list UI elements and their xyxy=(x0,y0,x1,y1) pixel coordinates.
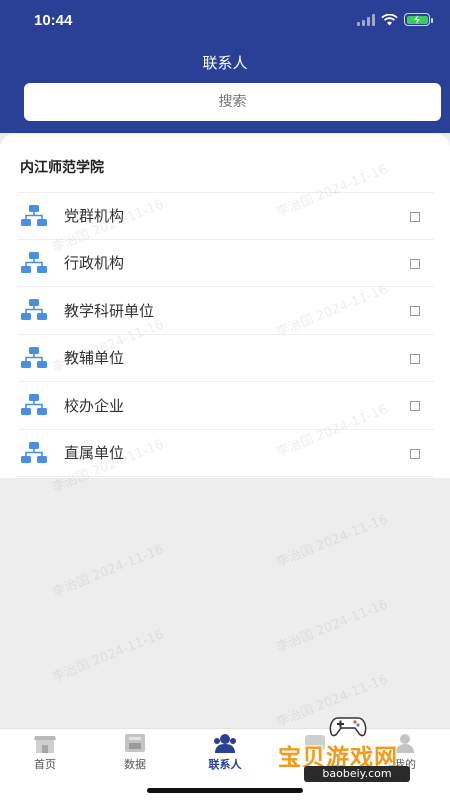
watermark: 李治国 2024-11-16 xyxy=(50,627,166,686)
unit-row[interactable]: 校办企业 xyxy=(18,382,434,430)
logo-url: baobeiy.com xyxy=(304,766,410,782)
unit-checkbox[interactable] xyxy=(410,258,420,269)
unit-row[interactable]: 直属单位 xyxy=(18,430,434,477)
watermark: 李治国 2024-11-16 xyxy=(50,542,166,601)
unit-checkbox[interactable] xyxy=(410,353,420,364)
watermark: 李治国 2024-11-16 xyxy=(274,512,390,571)
unit-label: 教学科研单位 xyxy=(64,301,155,320)
org-structure-icon xyxy=(21,346,47,368)
unit-checkbox[interactable] xyxy=(410,401,420,411)
org-structure-icon xyxy=(21,441,47,463)
tab-label: 数据 xyxy=(124,758,146,771)
tab-contacts[interactable]: 联系人 xyxy=(180,729,270,773)
unit-row[interactable]: 党群机构 xyxy=(18,192,434,240)
unit-label: 行政机构 xyxy=(64,254,125,273)
tab-label: 联系人 xyxy=(208,758,242,771)
data-icon xyxy=(125,734,145,752)
unit-row[interactable]: 教辅单位 xyxy=(18,335,434,382)
home-icon xyxy=(34,736,56,753)
unit-list: 党群机构 行政机构 教学科研单位 教辅单位 校办企业 直属单位 xyxy=(18,192,434,477)
unit-row[interactable]: 行政机构 xyxy=(18,240,434,287)
status-bar: 10:44 xyxy=(0,0,450,44)
gamepad-icon xyxy=(329,717,367,737)
unit-checkbox[interactable] xyxy=(410,306,420,316)
header-bar: 10:44 联系人 xyxy=(0,0,450,133)
unit-row[interactable]: 教学科研单位 xyxy=(18,287,434,335)
tab-home[interactable]: 首页 xyxy=(0,729,90,773)
contacts-icon xyxy=(214,734,236,753)
tab-label: 首页 xyxy=(34,758,56,771)
contacts-card: 内江师范学院 党群机构 行政机构 教学科研单位 教辅单位 校办企业 直属单位 xyxy=(0,134,450,478)
page-title: 联系人 xyxy=(202,54,248,72)
status-icons xyxy=(357,13,433,26)
organization-name: 内江师范学院 xyxy=(20,160,104,176)
watermark: 李治国 2024-11-16 xyxy=(274,597,390,656)
search-input[interactable] xyxy=(24,83,441,121)
wifi-icon xyxy=(381,13,398,25)
unit-label: 党群机构 xyxy=(64,207,125,226)
unit-label: 直属单位 xyxy=(64,444,125,463)
org-structure-icon xyxy=(21,299,47,321)
cellular-signal-icon xyxy=(357,13,375,26)
org-structure-icon xyxy=(21,251,47,273)
org-structure-icon xyxy=(21,204,47,226)
status-time: 10:44 xyxy=(34,12,73,29)
unit-checkbox[interactable] xyxy=(410,448,420,459)
tab-data[interactable]: 数据 xyxy=(90,729,180,773)
home-indicator xyxy=(147,788,303,793)
unit-checkbox[interactable] xyxy=(410,212,420,222)
unit-label: 教辅单位 xyxy=(64,349,125,368)
battery-icon xyxy=(404,13,433,26)
site-logo: 宝贝游戏网 baobeiy.com xyxy=(276,712,442,788)
org-structure-icon xyxy=(21,394,47,416)
unit-label: 校办企业 xyxy=(64,396,125,415)
